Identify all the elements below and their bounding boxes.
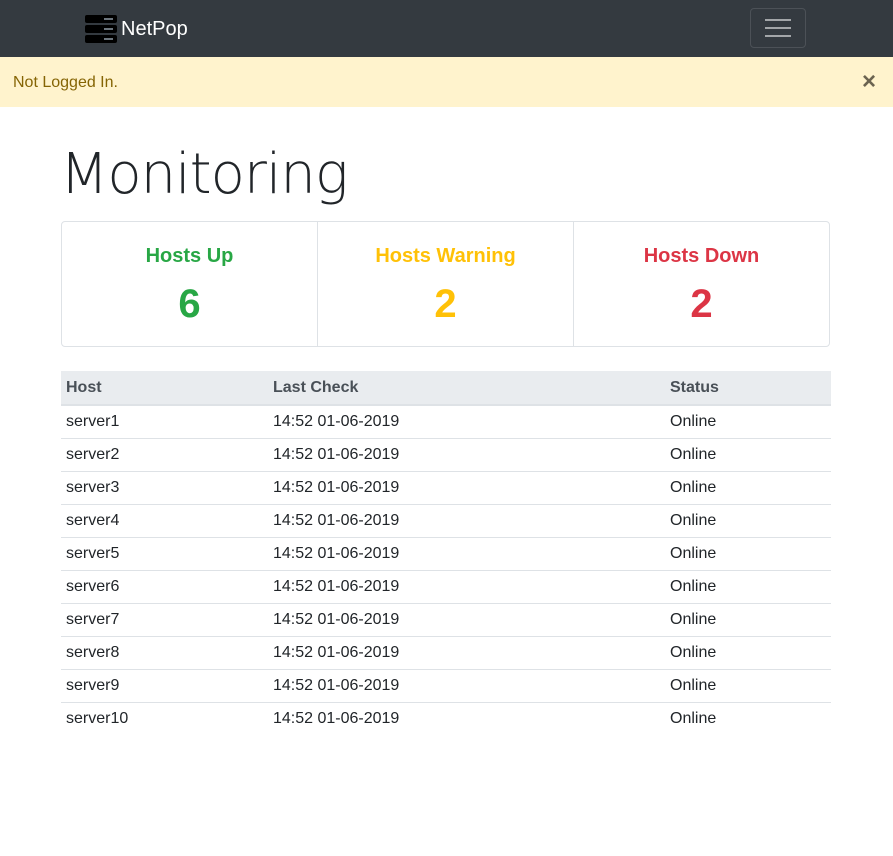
summary-cards: Hosts Up 6 Hosts Warning 2 Hosts Down 2 [61, 221, 830, 347]
table-row: server1 14:52 01-06-2019 Online [61, 405, 831, 438]
table-row: server5 14:52 01-06-2019 Online [61, 536, 831, 570]
status-cell: Online [665, 569, 831, 603]
host-cell: server1 [66, 412, 120, 430]
login-alert: Not Logged In. × [0, 57, 893, 107]
last-check-cell: 14:52 01-06-2019 [268, 602, 665, 636]
host-cell: server6 [61, 569, 268, 603]
status-cell: Online [665, 503, 831, 537]
table-row: server10 14:52 01-06-2019 Online [61, 701, 831, 735]
table-header-row: Host Last Check Status [61, 371, 831, 406]
host-cell: server10 [61, 701, 268, 735]
hosts-table: Host Last Check Status server1 14:52 01-0… [61, 371, 831, 735]
status-cell: Online [665, 437, 831, 471]
server-icon [85, 15, 117, 43]
last-check-cell: 14:52 01-06-2019 [268, 701, 665, 735]
table-row: server8 14:52 01-06-2019 Online [61, 635, 831, 669]
table-row: server6 14:52 01-06-2019 Online [61, 569, 831, 603]
host-cell: server2 [61, 437, 268, 471]
table-row: server7 14:52 01-06-2019 Online [61, 602, 831, 636]
host-cell: server5 [61, 536, 268, 570]
column-header-last-check: Last Check [268, 371, 665, 406]
host-cell: server3 [61, 470, 268, 504]
last-check-cell: 14:52 01-06-2019 [268, 668, 665, 702]
status-cell: Online [665, 668, 831, 702]
hosts-warning-card: Hosts Warning 2 [318, 222, 574, 346]
column-header-host: Host [61, 371, 268, 406]
close-icon[interactable]: × [858, 70, 880, 94]
status-cell: Online [670, 412, 717, 430]
host-cell: server4 [61, 503, 268, 537]
table-row: server3 14:52 01-06-2019 Online [61, 470, 831, 504]
hosts-up-label: Hosts Up [145, 245, 234, 267]
status-cell: Online [665, 635, 831, 669]
alert-message: Not Logged In. [13, 74, 118, 91]
table-row: server2 14:52 01-06-2019 Online [61, 437, 831, 471]
host-cell: server9 [61, 668, 268, 702]
hosts-down-count: 2 [690, 282, 713, 326]
last-check-cell: 14:52 01-06-2019 [268, 536, 665, 570]
table-row: server9 14:52 01-06-2019 Online [61, 668, 831, 702]
status-cell: Online [665, 602, 831, 636]
brand-name: NetPop [121, 18, 188, 40]
column-header-status: Status [665, 371, 831, 406]
hamburger-menu-icon [765, 19, 791, 21]
last-check-cell: 14:52 01-06-2019 [268, 569, 665, 603]
hosts-down-card: Hosts Down 2 [574, 222, 829, 346]
last-check-cell: 14:52 01-06-2019 [268, 503, 665, 537]
navbar: NetPop [0, 0, 893, 57]
host-cell: server8 [61, 635, 268, 669]
hosts-warning-count: 2 [434, 282, 457, 326]
page-title: Monitoring [60, 142, 349, 207]
status-cell: Online [665, 701, 831, 735]
host-cell: server7 [61, 602, 268, 636]
hosts-up-card: Hosts Up 6 [62, 222, 318, 346]
last-check-cell: 14:52 01-06-2019 [273, 412, 400, 430]
brand-link[interactable]: NetPop [85, 14, 188, 44]
hosts-up-count: 6 [178, 282, 201, 326]
last-check-cell: 14:52 01-06-2019 [268, 437, 665, 471]
table-row: server4 14:52 01-06-2019 Online [61, 503, 831, 537]
status-cell: Online [665, 536, 831, 570]
status-cell: Online [665, 470, 831, 504]
hosts-down-label: Hosts Down [643, 245, 760, 267]
last-check-cell: 14:52 01-06-2019 [268, 635, 665, 669]
hosts-warning-label: Hosts Warning [375, 245, 516, 267]
navbar-toggle-button[interactable] [750, 8, 806, 48]
last-check-cell: 14:52 01-06-2019 [268, 470, 665, 504]
